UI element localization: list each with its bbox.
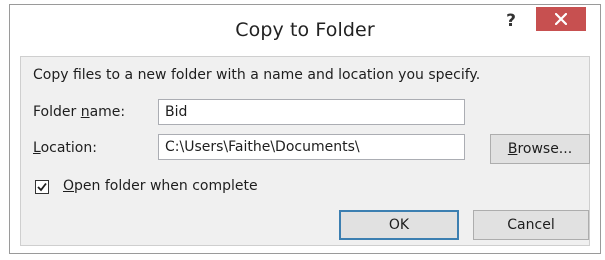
close-button[interactable]: [536, 7, 586, 31]
checkmark-icon: [37, 182, 47, 192]
title-bar: Copy to Folder ?: [10, 5, 600, 55]
cancel-button[interactable]: Cancel: [473, 210, 589, 240]
folder-name-input[interactable]: Bid: [158, 99, 465, 125]
help-button[interactable]: ?: [497, 11, 525, 35]
location-input[interactable]: C:\Users\Faithe\Documents\: [158, 134, 465, 160]
folder-name-label: Folder name:: [33, 104, 126, 120]
open-folder-label[interactable]: Open folder when complete: [63, 178, 258, 194]
dialog-content: Copy files to a new folder with a name a…: [20, 56, 590, 246]
open-folder-checkbox[interactable]: [35, 180, 49, 194]
browse-button[interactable]: Browse...: [490, 134, 590, 164]
ok-button[interactable]: OK: [339, 210, 459, 240]
close-icon: [554, 12, 568, 26]
location-label: Location:: [33, 140, 97, 156]
copy-to-folder-dialog: Copy to Folder ? Copy files to a new fol…: [9, 4, 601, 254]
description-text: Copy files to a new folder with a name a…: [33, 67, 481, 83]
help-icon: ?: [506, 11, 516, 31]
